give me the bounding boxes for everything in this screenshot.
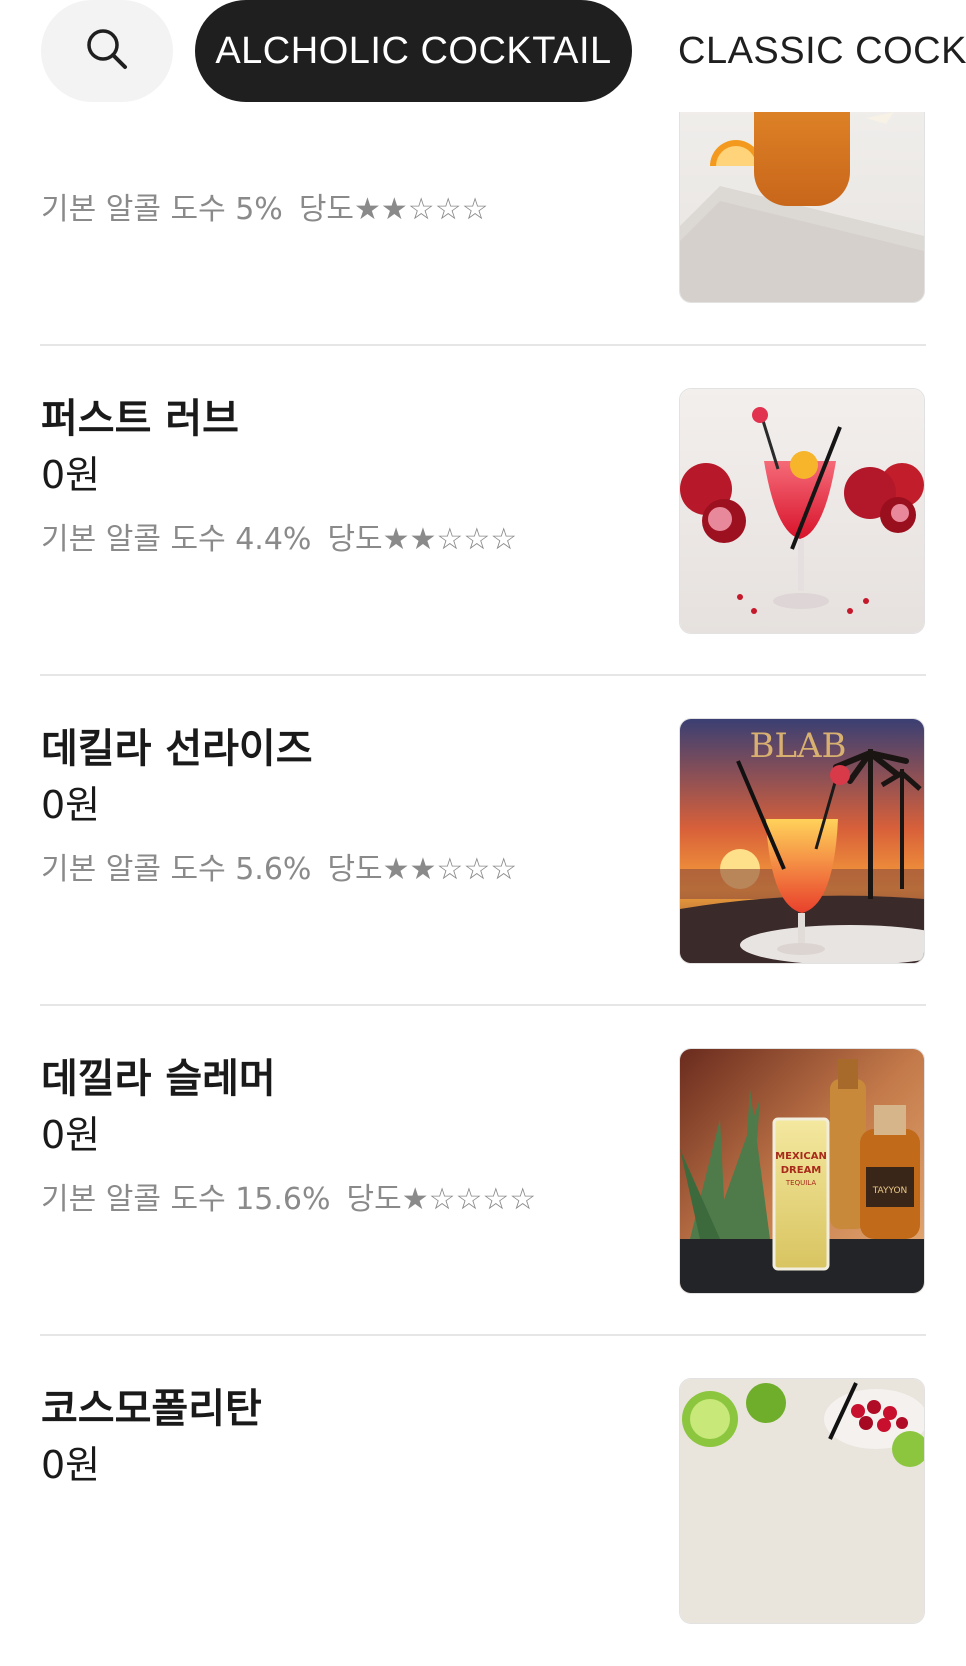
- sweetness-rating: 당도★★☆☆☆: [298, 192, 489, 227]
- image-watermark-text: BLAB: [749, 726, 846, 766]
- item-name: 데킬라 선라이즈: [41, 726, 313, 772]
- item-price: 0원: [41, 783, 101, 827]
- category-bar: ALCHOLIC COCKTAIL CLASSIC COCKTAIL: [0, 0, 966, 112]
- sweetness-rating: 당도★☆☆☆☆: [346, 1182, 537, 1217]
- abv-text: 기본 알콜 도수 15.6%: [41, 1182, 331, 1217]
- glass-label: TEQUILA: [785, 1179, 816, 1187]
- sweetness-rating: 당도★★☆☆☆: [327, 522, 518, 557]
- item-name: 코스모폴리탄: [41, 1386, 262, 1432]
- category-tab-alcoholic-cocktail[interactable]: ALCHOLIC COCKTAIL: [195, 0, 632, 102]
- search-button[interactable]: [41, 0, 173, 102]
- item-price: 0원: [41, 1113, 101, 1157]
- menu-item[interactable]: 데킬라 선라이즈 0원 기본 알콜 도수 5.6% 당도★★☆☆☆ BLAB: [0, 676, 966, 1006]
- cocktail-image: BLAB: [679, 718, 925, 964]
- item-info: 기본 알콜 도수 5% 당도★★☆☆☆: [41, 184, 489, 228]
- item-name: 퍼스트 러브: [41, 396, 239, 442]
- item-name: 데낄라 슬레머: [41, 1056, 276, 1102]
- abv-text: 기본 알콜 도수 5%: [41, 192, 283, 227]
- item-info: 기본 알콜 도수 15.6% 당도★☆☆☆☆: [41, 1174, 536, 1218]
- glass-label: DREAM: [781, 1165, 822, 1176]
- search-icon: [85, 27, 129, 75]
- menu-item[interactable]: 코스모폴리탄 0원: [0, 1336, 966, 1666]
- sweetness-rating: 당도★★☆☆☆: [327, 852, 518, 887]
- glass-label: MEXICAN: [775, 1151, 827, 1162]
- item-price: 0원: [41, 453, 101, 497]
- cocktail-image: [679, 388, 925, 634]
- menu-item[interactable]: 퍼스트 러브 0원 기본 알콜 도수 4.4% 당도★★☆☆☆: [0, 346, 966, 676]
- item-info: 기본 알콜 도수 5.6% 당도★★☆☆☆: [41, 844, 517, 888]
- bottle-label: TAYYON: [872, 1186, 908, 1196]
- category-tab-classic-cocktail[interactable]: CLASSIC COCKTAIL: [678, 0, 966, 102]
- abv-text: 기본 알콜 도수 4.4%: [41, 522, 312, 557]
- cocktail-image: [679, 1378, 925, 1624]
- item-info: 기본 알콜 도수 4.4% 당도★★☆☆☆: [41, 514, 517, 558]
- menu-item[interactable]: 데낄라 슬레머 0원 기본 알콜 도수 15.6% 당도★☆☆☆☆ TAYYON: [0, 1006, 966, 1336]
- cocktail-image: TAYYON MEXICAN DREAM TEQUILA: [679, 1048, 925, 1294]
- abv-text: 기본 알콜 도수 5.6%: [41, 852, 312, 887]
- item-price: 0원: [41, 1443, 101, 1487]
